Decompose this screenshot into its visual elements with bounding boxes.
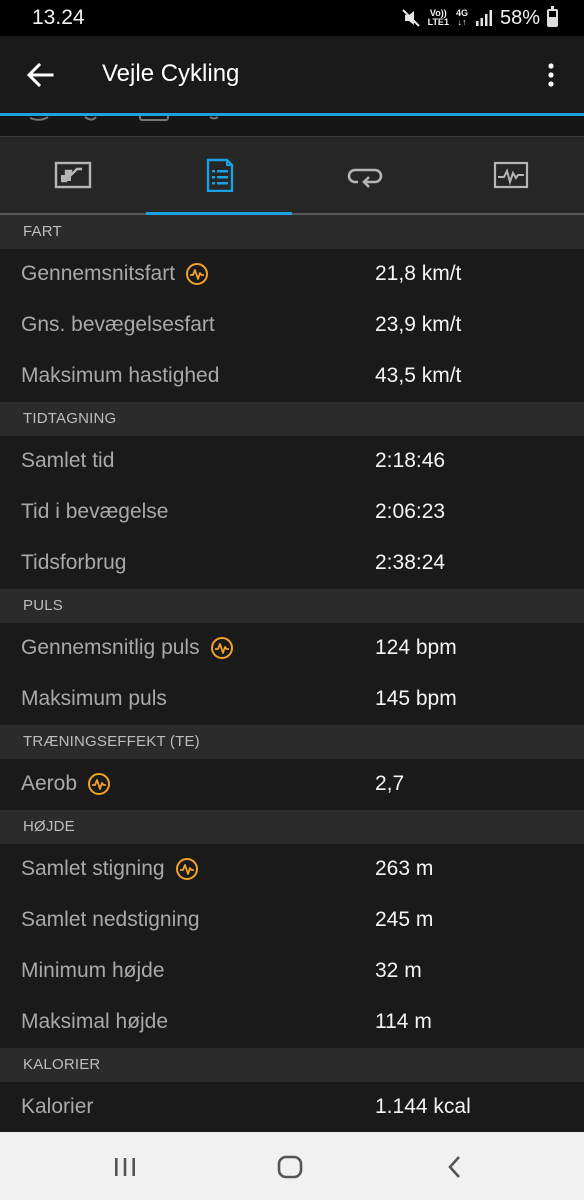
stat-value: 124 bpm: [375, 636, 457, 659]
stat-value: 32 m: [375, 959, 422, 982]
battery-fill: [549, 16, 556, 25]
tab-overview[interactable]: [0, 137, 146, 213]
section-header: HØJDE: [0, 810, 584, 844]
stat-label: Minimum højde: [21, 959, 165, 983]
stat-value: 43,5 km/t: [375, 364, 462, 387]
more-vert-icon[interactable]: [536, 60, 566, 90]
stat-label: Maksimum hastighed: [21, 364, 219, 388]
signal-icon: [475, 10, 492, 26]
graph-icon: [493, 161, 529, 189]
stat-row: Maksimum hastighed 43,5 km/t: [0, 351, 584, 402]
stat-value: 114 m: [375, 1010, 432, 1033]
network-icon: 4G ↓↑: [456, 9, 468, 27]
stat-row: Maksimal højde 114 m: [0, 997, 584, 1048]
stat-value: 2:18:46: [375, 449, 446, 472]
stat-label: Samlet tid: [21, 449, 114, 473]
stat-row: Maksimum puls 145 bpm: [0, 674, 584, 725]
stat-value: 2:06:23: [375, 500, 446, 523]
status-bar: 13.24 Vo)) LTE1 4G ↓↑ 58%: [0, 0, 584, 36]
section-header: KALORIER: [0, 1048, 584, 1082]
stat-value: 21,8 km/t: [375, 262, 462, 285]
stat-row: Samlet tid 2:18:46: [0, 436, 584, 487]
document-list-icon: [206, 158, 234, 192]
stat-value: 23,9 km/t: [375, 313, 462, 336]
tab-graphs[interactable]: [438, 137, 584, 213]
recent-apps-icon[interactable]: [110, 1152, 140, 1182]
map-strip[interactable]: [0, 116, 584, 136]
stat-label-text: Tid i bevægelse: [21, 500, 169, 523]
arrow-back-icon[interactable]: [26, 61, 54, 89]
stat-label: Gennemsnitsfart: [21, 262, 209, 286]
stat-label: Gns. bevægelsesfart: [21, 313, 215, 337]
stat-label: Tid i bevægelse: [21, 500, 168, 524]
volte-icon: Vo)) LTE1: [428, 9, 449, 27]
back-icon[interactable]: [440, 1152, 470, 1182]
stat-label: Samlet nedstigning: [21, 908, 200, 932]
stat-label-text: Samlet nedstigning: [21, 908, 200, 931]
stat-row: Kalorier 1.144 kcal: [0, 1082, 584, 1132]
section-header: TIDTAGNING: [0, 402, 584, 436]
app-bar: Vejle Cykling: [0, 36, 584, 116]
system-nav-bar: [0, 1132, 584, 1200]
stat-row: Minimum højde 32 m: [0, 946, 584, 997]
repeat-icon: [347, 168, 383, 188]
performance-badge-icon[interactable]: [185, 262, 209, 286]
stat-label: Gennemsnitlig puls: [21, 636, 234, 660]
page-title: Vejle Cykling: [102, 60, 240, 87]
section-header: TRÆNINGSEFFEKT (TE): [0, 725, 584, 759]
stat-row: Gennemsnitlig puls 124 bpm: [0, 623, 584, 674]
stat-value: 2,7: [375, 772, 405, 795]
tab-stats[interactable]: [146, 137, 292, 215]
performance-badge-icon[interactable]: [87, 772, 111, 796]
stat-label: Maksimal højde: [21, 1010, 168, 1034]
stats-list[interactable]: FART Gennemsnitsfart 21,8 km/t Gns. bevægel…: [0, 215, 584, 1132]
stat-label-text: Samlet tid: [21, 449, 115, 472]
stat-label-text: Samlet stigning: [21, 857, 165, 880]
stat-row: Samlet nedstigning 245 m: [0, 895, 584, 946]
stat-row: Tid i bevægelse 2:06:23: [0, 487, 584, 538]
volte-bottom-text: LTE1: [427, 17, 449, 27]
stat-value: 145 bpm: [375, 687, 457, 710]
mute-icon: [401, 9, 420, 27]
stat-value: 1.144 kcal: [375, 1095, 471, 1118]
status-time: 13.24: [32, 6, 85, 29]
tab-laps[interactable]: [292, 137, 438, 213]
performance-badge-icon[interactable]: [210, 636, 234, 660]
stat-row: Tidsforbrug 2:38:24: [0, 538, 584, 589]
data-arrows-icon: ↓↑: [457, 17, 467, 27]
stat-label: Maksimum puls: [21, 687, 167, 711]
battery-percent: 58%: [499, 6, 540, 29]
status-icons: Vo)) LTE1 4G ↓↑ 58%: [401, 5, 558, 31]
stat-label: Tidsforbrug: [21, 551, 126, 575]
battery-icon: [547, 6, 558, 27]
stat-row: Gns. bevægelsesfart 23,9 km/t: [0, 300, 584, 351]
stat-label: Aerob: [21, 772, 111, 796]
stat-value: 263 m: [375, 857, 434, 880]
stat-label-text: Maksimum puls: [21, 687, 167, 710]
stat-label-text: Gennemsnitlig puls: [21, 636, 200, 659]
stat-label-text: Tidsforbrug: [21, 551, 127, 574]
section-header: PULS: [0, 589, 584, 623]
stat-label-text: Maksimal højde: [21, 1010, 169, 1033]
stat-label-text: Gennemsnitsfart: [21, 262, 176, 285]
stat-label-text: Kalorier: [21, 1095, 94, 1118]
stat-row: Gennemsnitsfart 21,8 km/t: [0, 249, 584, 300]
map-chart-icon: [54, 161, 92, 189]
stat-value: 245 m: [375, 908, 434, 931]
map-route-icon: [29, 116, 219, 121]
stat-row: Samlet stigning 263 m: [0, 844, 584, 895]
stat-label: Samlet stigning: [21, 857, 199, 881]
tab-bar: [0, 136, 584, 215]
stat-label-text: Minimum højde: [21, 959, 165, 982]
performance-badge-icon[interactable]: [175, 857, 199, 881]
stat-label-text: Maksimum hastighed: [21, 364, 220, 387]
section-header: FART: [0, 215, 584, 249]
stat-value: 2:38:24: [375, 551, 446, 574]
stat-label-text: Gns. bevægelsesfart: [21, 313, 215, 336]
home-icon[interactable]: [275, 1152, 305, 1182]
stat-label: Kalorier: [21, 1095, 93, 1119]
stat-label-text: Aerob: [21, 772, 78, 795]
stat-row: Aerob 2,7: [0, 759, 584, 810]
